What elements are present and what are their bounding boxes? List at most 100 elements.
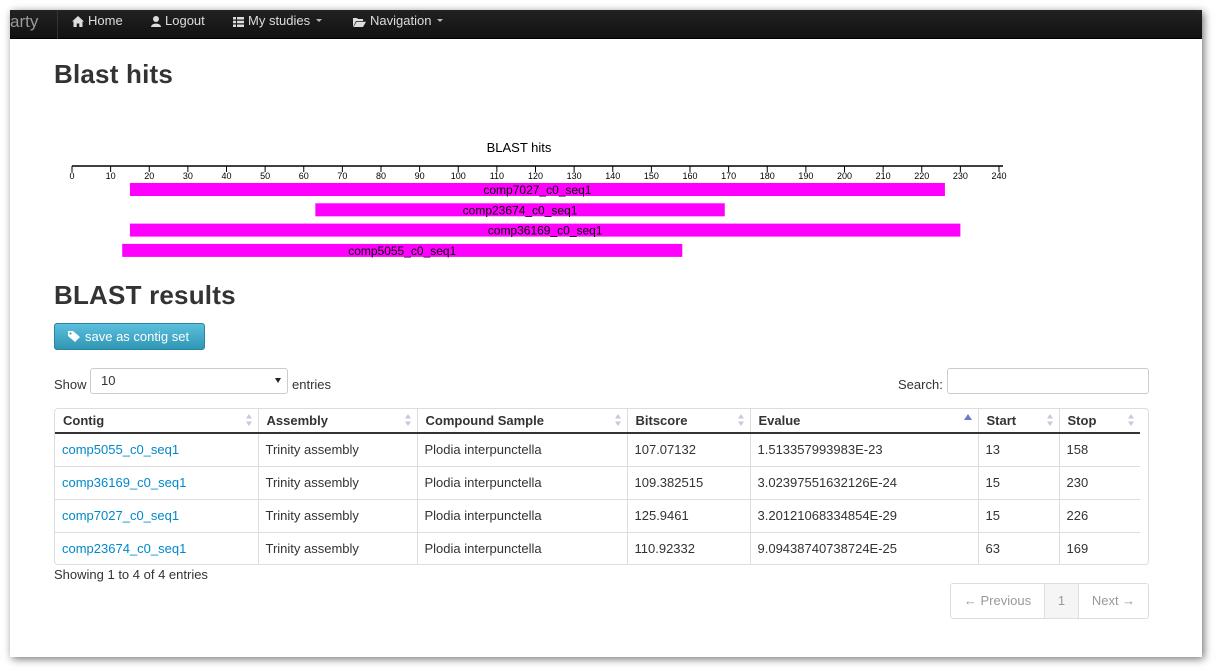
entries-label: entries bbox=[292, 377, 332, 392]
hit-bars: comp7027_c0_seq1 comp23674_c0_seq1 comp361… bbox=[122, 183, 961, 258]
column-header-compound-sample[interactable]: Compound Sample bbox=[416, 409, 627, 434]
hit-bar-label: comp23674_c0_seq1 bbox=[463, 203, 578, 217]
hit-bar-label: comp5055_c0_seq1 bbox=[348, 244, 456, 258]
results-title: BLAST results bbox=[54, 280, 236, 310]
table-row: comp5055_c0_seq1 Trinity assembly Plodia… bbox=[55, 433, 1140, 466]
cell-contig: comp7027_c0_seq1 bbox=[55, 498, 258, 532]
contig-link[interactable]: comp7027_c0_seq1 bbox=[62, 508, 179, 523]
column-header-label: Start bbox=[986, 413, 1017, 428]
entries-per-page-select[interactable]: 10 bbox=[90, 368, 288, 394]
cell-assembly: Trinity assembly bbox=[257, 498, 417, 532]
cell-bitscore: 109.382515 bbox=[626, 465, 750, 499]
sort-both-icon bbox=[245, 414, 252, 426]
x-tick-label: 210 bbox=[876, 171, 891, 181]
save-button-label: save as contig set bbox=[85, 329, 190, 344]
column-header-label: Assembly bbox=[266, 413, 328, 428]
table-header-row: Contig Assembly Compound Sample Bitscore… bbox=[55, 409, 1140, 434]
cell-start: 15 bbox=[977, 465, 1059, 499]
previous-page-button[interactable]: ← Previous bbox=[951, 584, 1045, 618]
contig-link[interactable]: comp5055_c0_seq1 bbox=[62, 442, 179, 457]
sort-both-icon bbox=[737, 414, 744, 426]
sort-both-icon bbox=[1046, 414, 1053, 426]
cell-sample: Plodia interpunctella bbox=[416, 465, 627, 499]
x-tick-label: 180 bbox=[760, 171, 775, 181]
cell-stop: 226 bbox=[1058, 498, 1140, 532]
x-tick-label: 130 bbox=[567, 171, 582, 181]
column-header-bitscore[interactable]: Bitscore bbox=[626, 409, 750, 434]
x-tick-label: 220 bbox=[914, 171, 929, 181]
column-header-stop[interactable]: Stop bbox=[1058, 409, 1140, 434]
cell-sample: Plodia interpunctella bbox=[416, 433, 627, 466]
table-row: comp7027_c0_seq1 Trinity assembly Plodia… bbox=[55, 498, 1140, 532]
column-header-label: Contig bbox=[63, 413, 105, 428]
x-tick-label: 100 bbox=[451, 171, 466, 181]
sort-ascending-icon bbox=[963, 414, 972, 420]
cell-sample: Plodia interpunctella bbox=[416, 531, 627, 565]
x-tick-label: 170 bbox=[721, 171, 736, 181]
column-header-label: Compound Sample bbox=[425, 413, 544, 428]
contig-link[interactable]: comp23674_c0_seq1 bbox=[62, 541, 186, 556]
cell-start: 15 bbox=[977, 498, 1059, 532]
pagination: ← Previous 1 Next → bbox=[950, 583, 1149, 619]
contig-link[interactable]: comp36169_c0_seq1 bbox=[62, 475, 186, 490]
column-header-evalue[interactable]: Evalue bbox=[749, 409, 978, 434]
results-table: Contig Assembly Compound Sample Bitscore… bbox=[54, 408, 1149, 565]
column-header-assembly[interactable]: Assembly bbox=[257, 409, 417, 434]
show-label: Show bbox=[54, 377, 87, 392]
x-tick-label: 190 bbox=[798, 171, 813, 181]
x-tick-label: 110 bbox=[490, 171, 504, 181]
sort-both-icon bbox=[614, 414, 621, 426]
x-tick-label: 160 bbox=[682, 171, 697, 181]
x-tick-label: 120 bbox=[528, 171, 543, 181]
blast-hits-chart: BLAST hits 0 10 20 30 40 50 60 70 80 90 100 110 120 1… bbox=[69, 140, 1006, 258]
x-tick-label: 60 bbox=[299, 171, 309, 181]
cell-sample: Plodia interpunctella bbox=[416, 498, 627, 532]
search-label: Search: bbox=[898, 377, 943, 392]
save-as-contig-set-button[interactable]: save as contig set bbox=[54, 323, 205, 350]
cell-evalue: 1.513357993983E-23 bbox=[749, 433, 978, 466]
x-tick-label: 10 bbox=[106, 171, 116, 181]
cell-assembly: Trinity assembly bbox=[257, 465, 417, 499]
cell-evalue: 9.09438740738724E-25 bbox=[749, 531, 978, 565]
cell-start: 13 bbox=[977, 433, 1059, 466]
table-row: comp36169_c0_seq1 Trinity assembly Plodi… bbox=[55, 465, 1140, 499]
x-tick-label: 200 bbox=[837, 171, 852, 181]
cell-bitscore: 125.9461 bbox=[626, 498, 750, 532]
x-tick-label: 40 bbox=[221, 171, 231, 181]
cell-bitscore: 107.07132 bbox=[626, 433, 750, 466]
x-tick-label: 90 bbox=[415, 171, 425, 181]
browser-window: arty Home Logout My studies Navigation B… bbox=[10, 10, 1202, 657]
x-tick-label: 0 bbox=[69, 171, 74, 181]
x-tick-label: 50 bbox=[260, 171, 270, 181]
hit-bar-label: comp7027_c0_seq1 bbox=[483, 183, 591, 197]
next-page-button[interactable]: Next → bbox=[1079, 584, 1148, 618]
entries-selected-value: 10 bbox=[101, 373, 116, 388]
hit-bar-label: comp36169_c0_seq1 bbox=[488, 224, 603, 238]
x-tick-label: 30 bbox=[183, 171, 193, 181]
cell-assembly: Trinity assembly bbox=[257, 433, 417, 466]
cell-contig: comp23674_c0_seq1 bbox=[55, 531, 258, 565]
x-tick-label: 70 bbox=[337, 171, 347, 181]
table-row: comp23674_c0_seq1 Trinity assembly Plodi… bbox=[55, 531, 1140, 565]
search-input[interactable] bbox=[947, 368, 1149, 394]
cell-stop: 158 bbox=[1058, 433, 1140, 466]
sort-both-icon bbox=[404, 414, 411, 426]
cell-assembly: Trinity assembly bbox=[257, 531, 417, 565]
sort-both-icon bbox=[1128, 414, 1134, 426]
x-tick-label: 20 bbox=[144, 171, 154, 181]
page-1-button[interactable]: 1 bbox=[1045, 584, 1079, 618]
x-tick-label: 150 bbox=[644, 171, 659, 181]
tag-icon bbox=[68, 331, 80, 342]
cell-evalue: 3.20121068334854E-29 bbox=[749, 498, 978, 532]
cell-stop: 230 bbox=[1058, 465, 1140, 499]
table-info: Showing 1 to 4 of 4 entries bbox=[54, 567, 208, 582]
cell-contig: comp5055_c0_seq1 bbox=[55, 433, 258, 466]
cell-evalue: 3.02397551632126E-24 bbox=[749, 465, 978, 499]
x-tick-label: 240 bbox=[991, 171, 1006, 181]
column-header-label: Evalue bbox=[758, 413, 801, 428]
column-header-contig[interactable]: Contig bbox=[55, 409, 258, 434]
x-tick-label: 80 bbox=[376, 171, 386, 181]
column-header-label: Bitscore bbox=[635, 413, 688, 428]
cell-bitscore: 110.92332 bbox=[626, 531, 750, 565]
column-header-start[interactable]: Start bbox=[977, 409, 1059, 434]
